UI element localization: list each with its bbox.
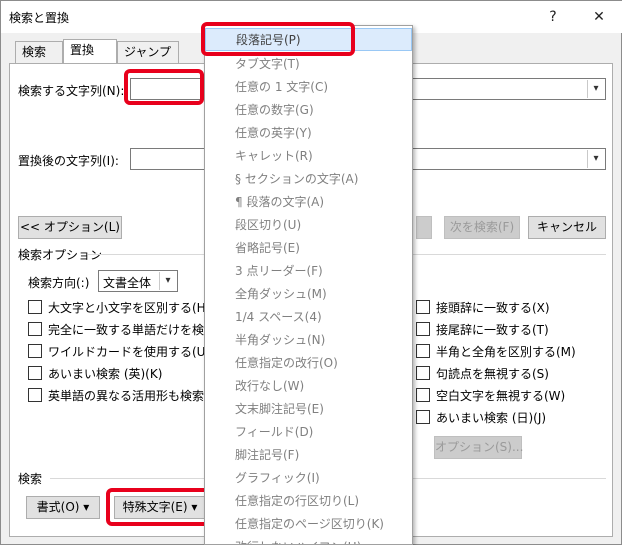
find-input-highlight bbox=[124, 69, 204, 105]
left-options: 大文字と小文字を区別する(H) 完全に一致する単語だけを検索す ワイルドカードを… bbox=[28, 298, 228, 404]
tab-find[interactable]: 検索 bbox=[15, 41, 63, 63]
checkbox[interactable] bbox=[416, 344, 430, 358]
chevron-down-icon[interactable]: ▾ bbox=[159, 272, 176, 290]
chevron-down-icon[interactable]: ▾ bbox=[587, 80, 604, 98]
checkbox[interactable] bbox=[416, 322, 430, 336]
menu-item-optional-break[interactable]: 任意指定の改行(O) bbox=[205, 352, 412, 375]
replace-all-button[interactable] bbox=[416, 216, 432, 239]
menu-item-paragraph-char[interactable]: ¶ 段落の文字(A) bbox=[205, 191, 412, 214]
option-whole-word[interactable]: 完全に一致する単語だけを検索す bbox=[28, 320, 228, 338]
checkbox[interactable] bbox=[28, 322, 42, 336]
cancel-button[interactable]: キャンセル bbox=[528, 216, 606, 239]
option-fuzzy-en[interactable]: あいまい検索 (英)(K) bbox=[28, 364, 228, 382]
menu-item-any-digit[interactable]: 任意の数字(G) bbox=[205, 99, 412, 122]
find-next-button[interactable]: 次を検索(F) bbox=[444, 216, 520, 239]
menu-item-any-char[interactable]: 任意の 1 文字(C) bbox=[205, 76, 412, 99]
menu-item-leader[interactable]: 3 点リーダー(F) bbox=[205, 260, 412, 283]
search-section-title: 検索 bbox=[18, 472, 43, 486]
help-button[interactable]: ? bbox=[541, 5, 565, 29]
menu-item-column-break[interactable]: 段区切り(U) bbox=[205, 214, 412, 237]
menu-item-tab[interactable]: タブ文字(T) bbox=[205, 53, 412, 76]
menu-item-section-char[interactable]: § セクションの文字(A) bbox=[205, 168, 412, 191]
menu-item-footnote-mark[interactable]: 脚注記号(F) bbox=[205, 444, 412, 467]
menu-item-en-dash[interactable]: 半角ダッシュ(N) bbox=[205, 329, 412, 352]
checkbox[interactable] bbox=[28, 300, 42, 314]
menu-item-em-dash[interactable]: 全角ダッシュ(M) bbox=[205, 283, 412, 306]
checkbox[interactable] bbox=[416, 388, 430, 402]
close-button[interactable]: ✕ bbox=[587, 5, 611, 29]
tab-replace[interactable]: 置換 bbox=[63, 39, 117, 63]
option-wildcards[interactable]: ワイルドカードを使用する(U) bbox=[28, 342, 228, 360]
option-suffix[interactable]: 接尾辞に一致する(T) bbox=[416, 320, 576, 338]
menu-item-quarter-space[interactable]: 1/4 スペース(4) bbox=[205, 306, 412, 329]
replace-label: 置換後の文字列(I): bbox=[18, 154, 119, 168]
menu-item-nonbreaking-hyphen[interactable]: 改行しないハイフン(H) bbox=[205, 536, 412, 544]
right-options: 接頭辞に一致する(X) 接尾辞に一致する(T) 半角と全角を区別する(M) 句読… bbox=[416, 298, 576, 426]
menu-item-graphic[interactable]: グラフィック(I) bbox=[205, 467, 412, 490]
checkbox[interactable] bbox=[28, 366, 42, 380]
menu-item-optional-line-break[interactable]: 任意指定の行区切り(L) bbox=[205, 490, 412, 513]
checkbox[interactable] bbox=[28, 344, 42, 358]
special-characters-menu: 段落記号(P) タブ文字(T) 任意の 1 文字(C) 任意の数字(G) 任意の… bbox=[204, 25, 413, 545]
direction-value: 文書全体 bbox=[103, 276, 152, 290]
options-toggle-button[interactable]: << オプション(L) bbox=[18, 216, 122, 239]
checkbox[interactable] bbox=[416, 366, 430, 380]
direction-label: 検索方向(:) bbox=[28, 276, 90, 290]
extra-options-button[interactable]: オプション(S)... bbox=[434, 436, 523, 459]
option-width[interactable]: 半角と全角を区別する(M) bbox=[416, 342, 576, 360]
option-whitespace[interactable]: 空白文字を無視する(W) bbox=[416, 386, 576, 404]
menu-item-optional-page-break[interactable]: 任意指定のページ区切り(K) bbox=[205, 513, 412, 536]
menu-item-endnote-mark[interactable]: 文末脚注記号(E) bbox=[205, 398, 412, 421]
menu-item-ellipsis[interactable]: 省略記号(E) bbox=[205, 237, 412, 260]
format-button[interactable]: 書式(O) ▾ bbox=[26, 496, 100, 519]
special-button-highlight bbox=[106, 488, 212, 526]
checkbox[interactable] bbox=[416, 410, 430, 424]
option-prefix[interactable]: 接頭辞に一致する(X) bbox=[416, 298, 576, 316]
option-match-case[interactable]: 大文字と小文字を区別する(H) bbox=[28, 298, 228, 316]
option-punctuation[interactable]: 句読点を無視する(S) bbox=[416, 364, 576, 382]
menu-item-any-letter[interactable]: 任意の英字(Y) bbox=[205, 122, 412, 145]
find-label: 検索する文字列(N): bbox=[18, 84, 125, 98]
checkbox[interactable] bbox=[28, 388, 42, 402]
chevron-down-icon[interactable]: ▾ bbox=[587, 150, 604, 168]
menu-item-caret[interactable]: キャレット(R) bbox=[205, 145, 412, 168]
tab-goto[interactable]: ジャンプ bbox=[117, 41, 179, 63]
option-fuzzy-ja[interactable]: あいまい検索 (日)(J) bbox=[416, 408, 576, 426]
option-word-forms[interactable]: 英単語の異なる活用形も検索する bbox=[28, 386, 228, 404]
direction-select[interactable]: 文書全体 ▾ bbox=[98, 270, 178, 292]
menu-item-no-break[interactable]: 改行なし(W) bbox=[205, 375, 412, 398]
menu-first-item-highlight bbox=[201, 22, 355, 56]
menu-item-field[interactable]: フィールド(D) bbox=[205, 421, 412, 444]
window-title: 検索と置換 bbox=[9, 11, 70, 25]
checkbox[interactable] bbox=[416, 300, 430, 314]
